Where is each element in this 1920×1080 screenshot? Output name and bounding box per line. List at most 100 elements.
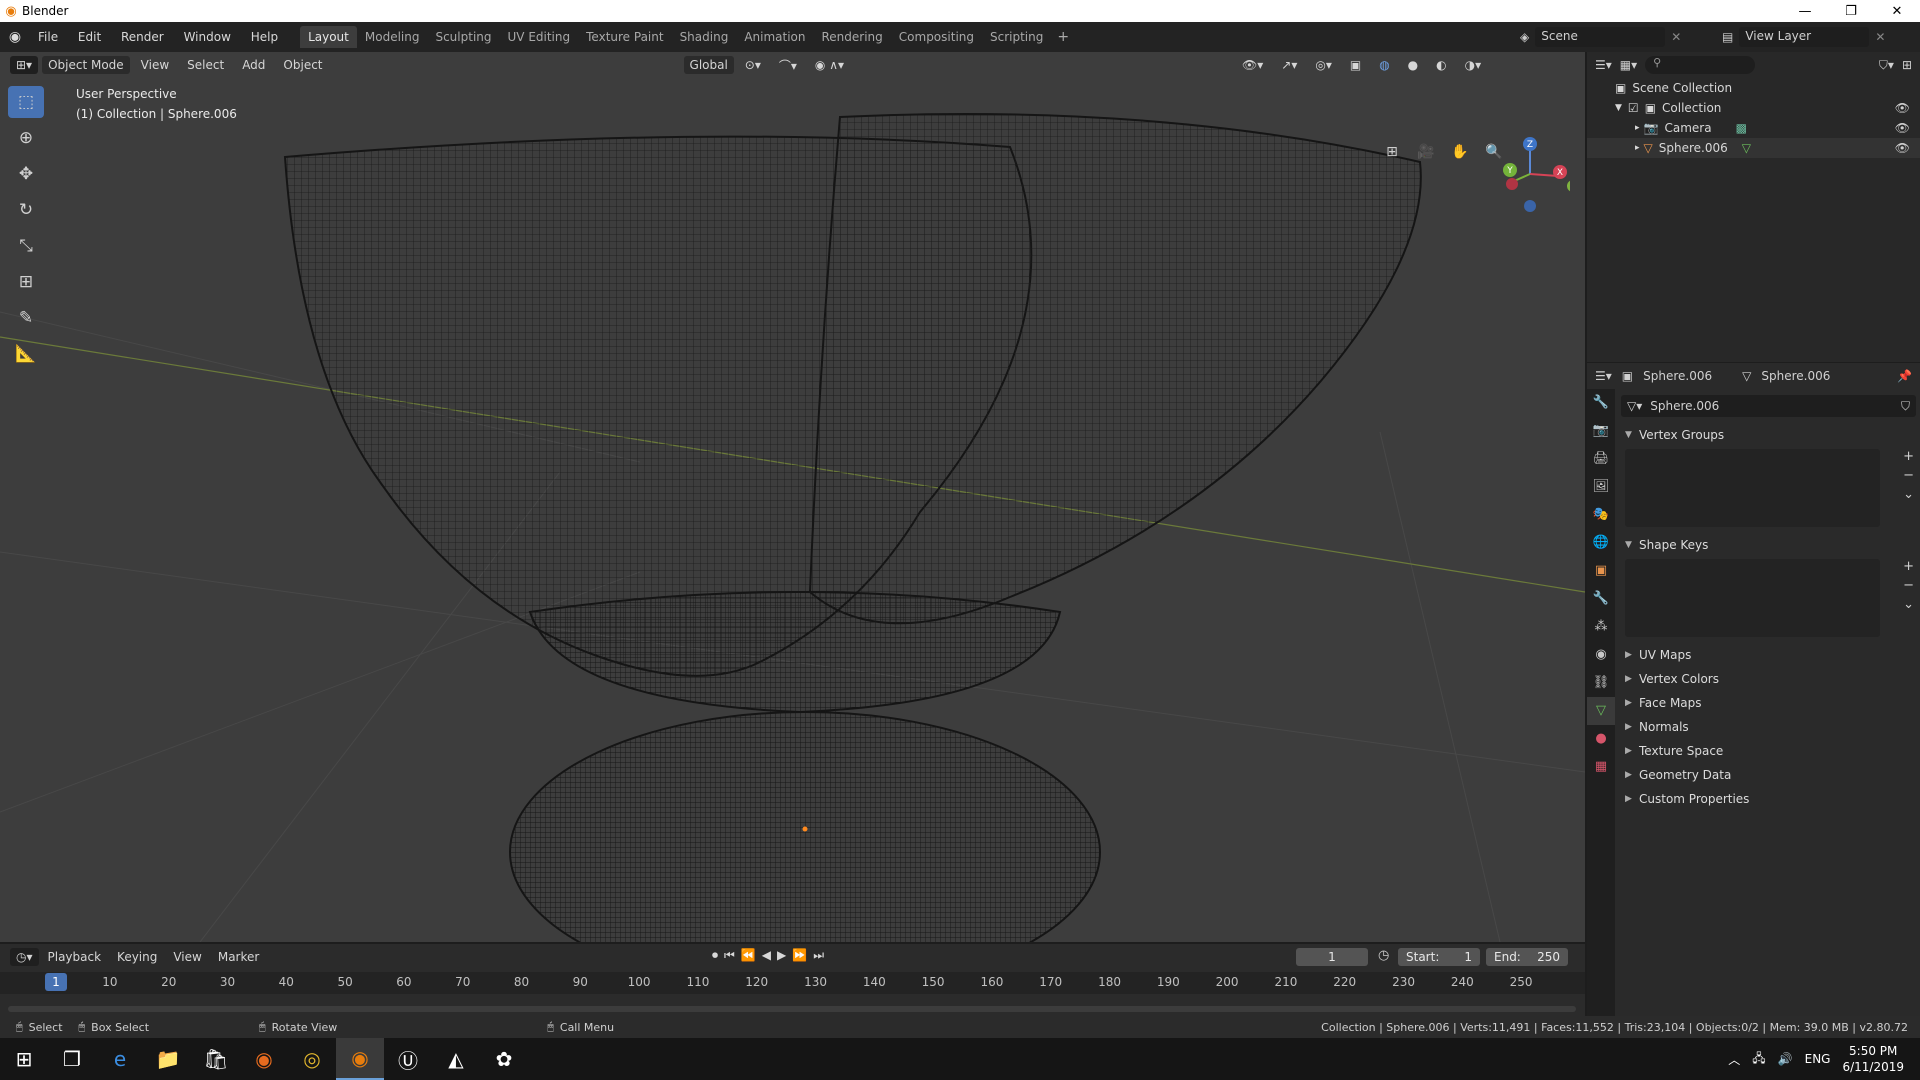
fake-user-icon[interactable]: ⛉ <box>1901 399 1910 414</box>
jump-start-icon[interactable]: ⏮ <box>724 948 735 963</box>
windows-start-icon[interactable]: ⊞ <box>0 1038 48 1080</box>
visibility-icon[interactable]: 👁▾ <box>1235 58 1270 72</box>
play-icon[interactable]: ▶ <box>777 948 786 963</box>
properties-editor-icon[interactable]: ☰▾ <box>1595 369 1612 383</box>
record-icon[interactable]: ⏺ <box>712 948 718 963</box>
add-workspace-icon[interactable]: + <box>1051 29 1075 45</box>
physics-tab-icon[interactable]: ◉ <box>1587 641 1615 669</box>
next-keyframe-icon[interactable]: ⏩ <box>792 948 807 963</box>
visibility-eye-icon[interactable]: 👁 <box>1895 121 1910 135</box>
visibility-eye-icon[interactable]: 👁 <box>1895 141 1910 155</box>
panel-shape-keys[interactable]: ▼ Shape Keys <box>1617 533 1920 557</box>
task-view-icon[interactable]: ❐ <box>48 1038 96 1080</box>
pin-icon[interactable]: 📌 <box>1897 369 1912 383</box>
move-tool-icon[interactable]: ✥ <box>8 158 44 190</box>
panel-custom-properties[interactable]: ▶ Custom Properties <box>1617 787 1920 811</box>
object-tab-icon[interactable]: ▣ <box>1587 557 1615 585</box>
checkbox-icon[interactable]: ☑ <box>1628 101 1639 115</box>
timeline-menu-view[interactable]: View <box>166 950 208 964</box>
render-tab-icon[interactable]: 📷 <box>1587 417 1615 445</box>
panel-normals[interactable]: ▶ Normals <box>1617 715 1920 739</box>
proportional-edit-icon[interactable]: ◉ ∧▾ <box>808 58 851 72</box>
outliner-item-collection[interactable]: ▼ ☑ ▣ Collection 👁 <box>1587 98 1920 118</box>
specials-chevron-icon[interactable]: ⌄ <box>1903 487 1914 502</box>
tab-animation[interactable]: Animation <box>736 26 813 48</box>
menu-edit[interactable]: Edit <box>70 30 109 44</box>
prev-keyframe-icon[interactable]: ⏪ <box>741 948 756 963</box>
view-layer-close-icon[interactable]: ✕ <box>1875 30 1885 44</box>
transform-tool-icon[interactable]: ⊞ <box>8 266 44 298</box>
view-layer-selector[interactable]: ▤ View Layer ✕ <box>1722 26 1920 48</box>
menu-help[interactable]: Help <box>243 30 286 44</box>
viewport-menu-select[interactable]: Select <box>180 58 231 72</box>
modifier-tab-icon[interactable]: 🔧 <box>1587 585 1615 613</box>
panel-vertex-colors[interactable]: ▶ Vertex Colors <box>1617 667 1920 691</box>
file-explorer-icon[interactable]: 📁 <box>144 1038 192 1080</box>
annotate-tool-icon[interactable]: ✎ <box>8 302 44 334</box>
mesh-name-field[interactable]: ▽▾ Sphere.006 ⛉ <box>1621 395 1916 417</box>
current-frame-field[interactable]: 1 <box>1296 948 1368 966</box>
end-frame-field[interactable]: End: 250 <box>1486 948 1568 966</box>
scale-tool-icon[interactable]: ⤡ <box>8 230 44 262</box>
output-tab-icon[interactable]: 🖨 <box>1587 445 1615 473</box>
tab-modeling[interactable]: Modeling <box>357 26 428 48</box>
playhead[interactable]: 1 <box>45 973 67 991</box>
solid-shading-icon[interactable]: ● <box>1401 58 1425 72</box>
close-button[interactable]: ✕ <box>1874 4 1920 19</box>
store-icon[interactable]: 🛍 <box>192 1038 240 1080</box>
snap-icon[interactable]: ⌒▾ <box>772 57 804 74</box>
firefox-icon[interactable]: ◉ <box>240 1038 288 1080</box>
tool-tab-icon[interactable]: 🔧 <box>1587 389 1615 417</box>
vertex-groups-list[interactable]: + − ⌄ <box>1625 449 1914 527</box>
panel-geometry-data[interactable]: ▶ Geometry Data <box>1617 763 1920 787</box>
expand-arrow-icon[interactable]: ▸ <box>1635 123 1640 133</box>
xray-icon[interactable]: ▣ <box>1343 58 1368 72</box>
add-icon[interactable]: + <box>1903 559 1914 574</box>
tab-compositing[interactable]: Compositing <box>891 26 982 48</box>
add-icon[interactable]: + <box>1903 449 1914 464</box>
outliner-item-camera[interactable]: ▸ 📷 Camera ▩ 👁 <box>1587 118 1920 138</box>
scene-close-icon[interactable]: ✕ <box>1671 30 1681 44</box>
view-layer-name-field[interactable]: View Layer <box>1739 27 1870 47</box>
editor-type-icon[interactable]: ⊞▾ <box>10 56 39 74</box>
cursor-tool-icon[interactable]: ⊕ <box>8 122 44 154</box>
timeline-editor-icon[interactable]: ◷▾ <box>10 948 39 966</box>
wireframe-shading-icon[interactable]: ◍ <box>1372 58 1396 72</box>
blender-menu-icon[interactable]: ◉ <box>0 29 30 45</box>
jump-end-icon[interactable]: ⏭ <box>813 948 824 963</box>
volume-icon[interactable]: 🔊 <box>1778 1052 1793 1066</box>
particles-tab-icon[interactable]: ⁂ <box>1587 613 1615 641</box>
blender-taskbar-icon[interactable]: ◉ <box>336 1038 384 1080</box>
language-indicator[interactable]: ENG <box>1805 1052 1831 1066</box>
viewport-menu-add[interactable]: Add <box>235 58 272 72</box>
tray-expand-icon[interactable]: ︿ <box>1728 1051 1740 1068</box>
specials-chevron-icon[interactable]: ⌄ <box>1903 597 1914 612</box>
tab-texture-paint[interactable]: Texture Paint <box>578 26 671 48</box>
clock-icon[interactable]: ◷ <box>1378 948 1389 963</box>
rotate-tool-icon[interactable]: ↻ <box>8 194 44 226</box>
clock[interactable]: 5:50 PM 6/11/2019 <box>1842 1043 1904 1075</box>
new-collection-icon[interactable]: ⊞ <box>1902 58 1912 72</box>
chrome-icon[interactable]: ◎ <box>288 1038 336 1080</box>
gizmo-toggle-icon[interactable]: ↗▾ <box>1274 58 1304 72</box>
tab-shading[interactable]: Shading <box>672 26 737 48</box>
select-box-tool-icon[interactable]: ⬚ <box>8 86 44 118</box>
tab-scripting[interactable]: Scripting <box>982 26 1051 48</box>
texture-tab-icon[interactable]: ▦ <box>1587 753 1615 781</box>
menu-window[interactable]: Window <box>176 30 239 44</box>
measure-tool-icon[interactable]: 📐 <box>8 338 44 370</box>
mesh-data-tab-icon[interactable]: ▽ <box>1587 697 1615 725</box>
app-icon[interactable]: ✿ <box>480 1038 528 1080</box>
scene-tab-icon[interactable]: 🎭 <box>1587 501 1615 529</box>
toggle-ortho-icon[interactable]: ⊞ <box>1380 140 1404 164</box>
display-mode-icon[interactable]: ▦▾ <box>1620 58 1637 72</box>
unreal-engine-icon[interactable]: Ⓤ <box>384 1038 432 1080</box>
expand-arrow-icon[interactable]: ▸ <box>1635 143 1640 153</box>
unity-icon[interactable]: ◭ <box>432 1038 480 1080</box>
tab-uv-editing[interactable]: UV Editing <box>500 26 579 48</box>
timeline-menu-keying[interactable]: Keying <box>110 950 164 964</box>
viewport-menu-object[interactable]: Object <box>276 58 329 72</box>
timeline-menu-playback[interactable]: Playback <box>41 950 109 964</box>
outliner-scene-collection[interactable]: ▣ Scene Collection <box>1587 78 1920 98</box>
edge-browser-icon[interactable]: e <box>96 1038 144 1080</box>
